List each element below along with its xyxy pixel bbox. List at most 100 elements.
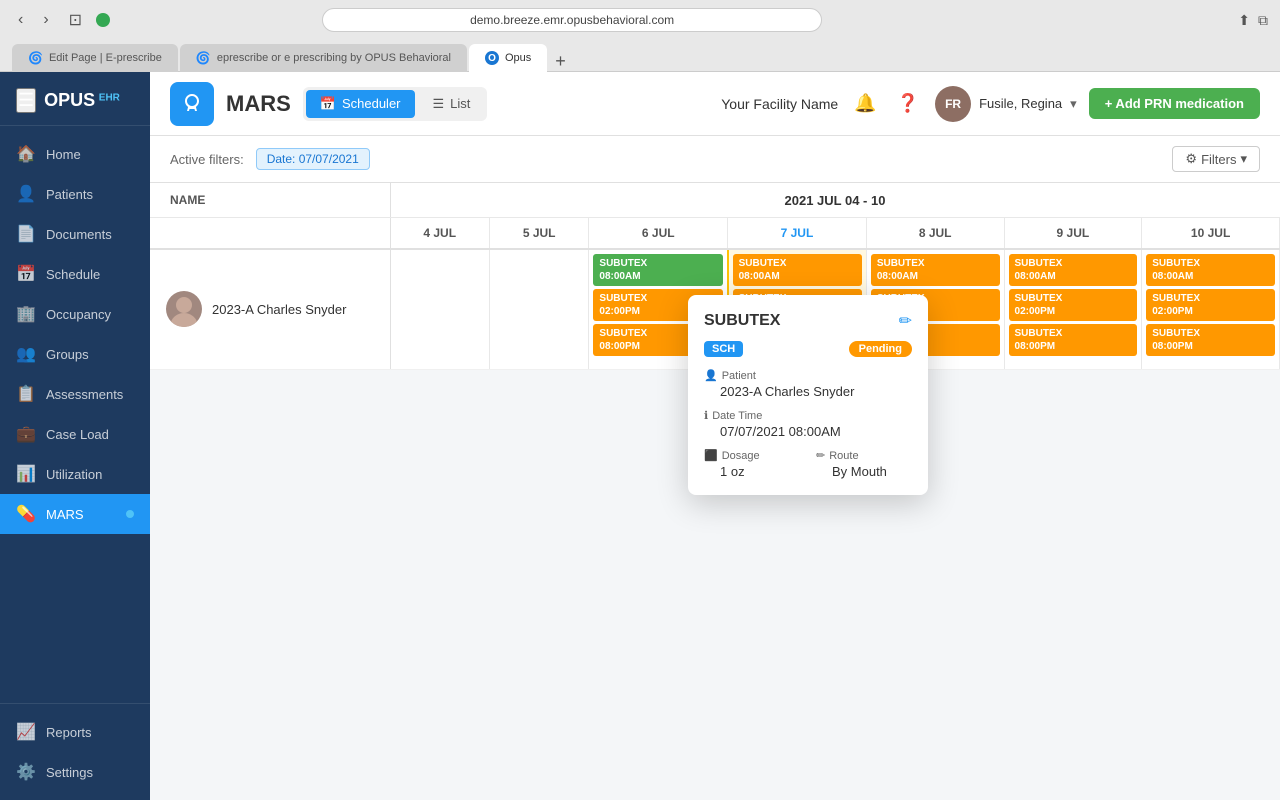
forward-button[interactable]: ›	[37, 9, 54, 31]
popup-dosage-label: ⬛ Dosage	[704, 449, 800, 462]
popup-route-value: By Mouth	[816, 464, 912, 479]
hamburger-menu[interactable]: ☰	[16, 88, 36, 113]
tab-overview-button[interactable]: ⊡	[63, 8, 88, 32]
sidebar-item-caseload[interactable]: 💼 Case Load	[0, 414, 150, 454]
sidebar-item-label: Schedule	[46, 267, 100, 282]
popup-datetime-value: 07/07/2021 08:00AM	[704, 424, 912, 439]
popup-header: SUBUTEX ✏	[704, 311, 912, 331]
med-pill[interactable]: SUBUTEX08:00AM	[593, 254, 722, 286]
scheduler-view-button[interactable]: 📅 Scheduler	[306, 90, 415, 118]
list-icon: ☰	[433, 96, 445, 112]
sidebar-item-label: MARS	[46, 507, 84, 522]
sidebar-nav: 🏠 Home 👤 Patients 📄 Documents 📅 Schedule…	[0, 126, 150, 703]
tab-eprescribing[interactable]: 🌀 eprescribe or e prescribing by OPUS Be…	[180, 44, 467, 72]
sidebar-item-label: Home	[46, 147, 81, 162]
share-button[interactable]: ⬆	[1238, 12, 1250, 29]
popup-edit-button[interactable]: ✏	[899, 311, 912, 331]
med-pill[interactable]: SUBUTEX08:00AM	[1146, 254, 1275, 286]
filter-bar: Active filters: Date: 07/07/2021 ⚙ Filte…	[150, 136, 1280, 183]
popup-patient-label: 👤 Patient	[704, 369, 912, 382]
caseload-icon: 💼	[16, 424, 36, 444]
sidebar-item-label: Groups	[46, 347, 89, 362]
med-pill[interactable]: SUBUTEX02:00PM	[1146, 289, 1275, 321]
schedule-cell-jul4	[390, 249, 489, 369]
popup-badge-row: SCH Pending	[704, 341, 912, 357]
date-col-jul9: 9 JUL	[1004, 218, 1142, 250]
sidebar-item-assessments[interactable]: 📋 Assessments	[0, 374, 150, 414]
add-prn-button[interactable]: + Add PRN medication	[1089, 88, 1260, 119]
new-tab-button[interactable]: +	[549, 51, 572, 72]
popup-patient-value: 2023-A Charles Snyder	[704, 384, 912, 399]
popup-datetime-label: ℹ Date Time	[704, 409, 912, 422]
schedule-header: NAME 2021 JUL 04 - 10 4 JUL 5 JUL 6 JUL …	[150, 183, 1280, 249]
sidebar-item-schedule[interactable]: 📅 Schedule	[0, 254, 150, 294]
patient-name: 2023-A Charles Snyder	[212, 302, 346, 317]
patient-avatar	[166, 291, 202, 327]
med-pill[interactable]: SUBUTEX08:00AM	[733, 254, 862, 286]
back-button[interactable]: ‹	[12, 9, 29, 31]
sidebar-item-label: Utilization	[46, 467, 102, 482]
sidebar-item-utilization[interactable]: 📊 Utilization	[0, 454, 150, 494]
utilization-icon: 📊	[16, 464, 36, 484]
sidebar-item-groups[interactable]: 👥 Groups	[0, 334, 150, 374]
date-col-jul7: 7 JUL	[728, 218, 867, 250]
active-filters-label: Active filters:	[170, 152, 244, 167]
patients-icon: 👤	[16, 184, 36, 204]
topbar-right: Your Facility Name 🔔 ❓ FR Fusile, Regina…	[721, 86, 1260, 122]
schedule-area: NAME 2021 JUL 04 - 10 4 JUL 5 JUL 6 JUL …	[150, 183, 1280, 800]
help-button[interactable]: ❓	[893, 89, 923, 118]
week-label: 2021 JUL 04 - 10	[390, 183, 1280, 218]
dosage-icon: ⬛	[704, 449, 718, 462]
tab-eprescribe[interactable]: 🌀 Edit Page | E-prescribe	[12, 44, 178, 72]
browser-chrome: ‹ › ⊡ demo.breeze.emr.opusbehavioral.com…	[0, 0, 1280, 72]
schedule-cell-jul10: SUBUTEX08:00AM SUBUTEX02:00PM SUBUTEX08:…	[1142, 249, 1280, 369]
avatar: FR	[935, 86, 971, 122]
tab-opus[interactable]: O Opus	[469, 44, 547, 72]
chevron-down-icon: ▾	[1240, 151, 1247, 167]
calendar-icon: 📅	[320, 96, 336, 112]
date-col-jul10: 10 JUL	[1142, 218, 1280, 250]
schedule-icon: 📅	[16, 264, 36, 284]
name-column-header: NAME	[150, 183, 390, 218]
med-pill[interactable]: SUBUTEX08:00PM	[1146, 324, 1275, 356]
sidebar-item-label: Patients	[46, 187, 93, 202]
topbar-left: MARS 📅 Scheduler ☰ List	[170, 82, 487, 126]
filters-button[interactable]: ⚙ Filters ▾	[1172, 146, 1260, 172]
med-pill[interactable]: SUBUTEX08:00AM	[871, 254, 1000, 286]
sidebar-item-occupancy[interactable]: 🏢 Occupancy	[0, 294, 150, 334]
notifications-button[interactable]: 🔔	[850, 89, 880, 118]
date-col-jul6: 6 JUL	[589, 218, 728, 250]
sidebar-item-home[interactable]: 🏠 Home	[0, 134, 150, 174]
sidebar-bottom: 📈 Reports ⚙️ Settings	[0, 703, 150, 800]
chevron-down-icon: ▾	[1070, 96, 1077, 112]
address-bar[interactable]: demo.breeze.emr.opusbehavioral.com	[322, 8, 822, 32]
date-filter-chip[interactable]: Date: 07/07/2021	[256, 148, 370, 170]
popup-datetime-field: ℹ Date Time 07/07/2021 08:00AM	[704, 409, 912, 439]
sidebar-item-label: Occupancy	[46, 307, 111, 322]
filter-icon: ⚙	[1185, 151, 1197, 167]
patient-name-cell: 2023-A Charles Snyder	[150, 249, 390, 369]
sidebar-item-mars[interactable]: 💊 MARS	[0, 494, 150, 534]
sidebar-item-reports[interactable]: 📈 Reports	[0, 712, 150, 752]
popup-dosage-col: ⬛ Dosage 1 oz	[704, 449, 800, 479]
date-col-jul4: 4 JUL	[390, 218, 489, 250]
popup-route-label: ✏ Route	[816, 449, 912, 462]
list-view-button[interactable]: ☰ List	[419, 90, 485, 118]
sidebar-item-patients[interactable]: 👤 Patients	[0, 174, 150, 214]
schedule-cell-jul9: SUBUTEX08:00AM SUBUTEX02:00PM SUBUTEX08:…	[1004, 249, 1142, 369]
med-pill[interactable]: SUBUTEX02:00PM	[1009, 289, 1138, 321]
sidebar-item-label: Assessments	[46, 387, 123, 402]
med-pill[interactable]: SUBUTEX08:00AM	[1009, 254, 1138, 286]
sidebar-item-documents[interactable]: 📄 Documents	[0, 214, 150, 254]
status-badge: Pending	[849, 341, 912, 357]
sidebar-item-label: Reports	[46, 725, 92, 740]
sidebar: ☰ OPUS EHR 🏠 Home 👤 Patients 📄 Documents	[0, 72, 150, 800]
user-profile[interactable]: FR Fusile, Regina ▾	[935, 86, 1077, 122]
date-header-row: 4 JUL 5 JUL 6 JUL 7 JUL 8 JUL 9 JUL 10 J…	[150, 218, 1280, 250]
fullscreen-button[interactable]: ⧉	[1258, 12, 1268, 29]
browser-tabs: 🌀 Edit Page | E-prescribe 🌀 eprescribe o…	[0, 40, 1280, 72]
med-pill[interactable]: SUBUTEX08:00PM	[1009, 324, 1138, 356]
main-content: MARS 📅 Scheduler ☰ List Your Facility Na…	[150, 72, 1280, 800]
sidebar-item-settings[interactable]: ⚙️ Settings	[0, 752, 150, 792]
sidebar-header: ☰ OPUS EHR	[0, 72, 150, 126]
